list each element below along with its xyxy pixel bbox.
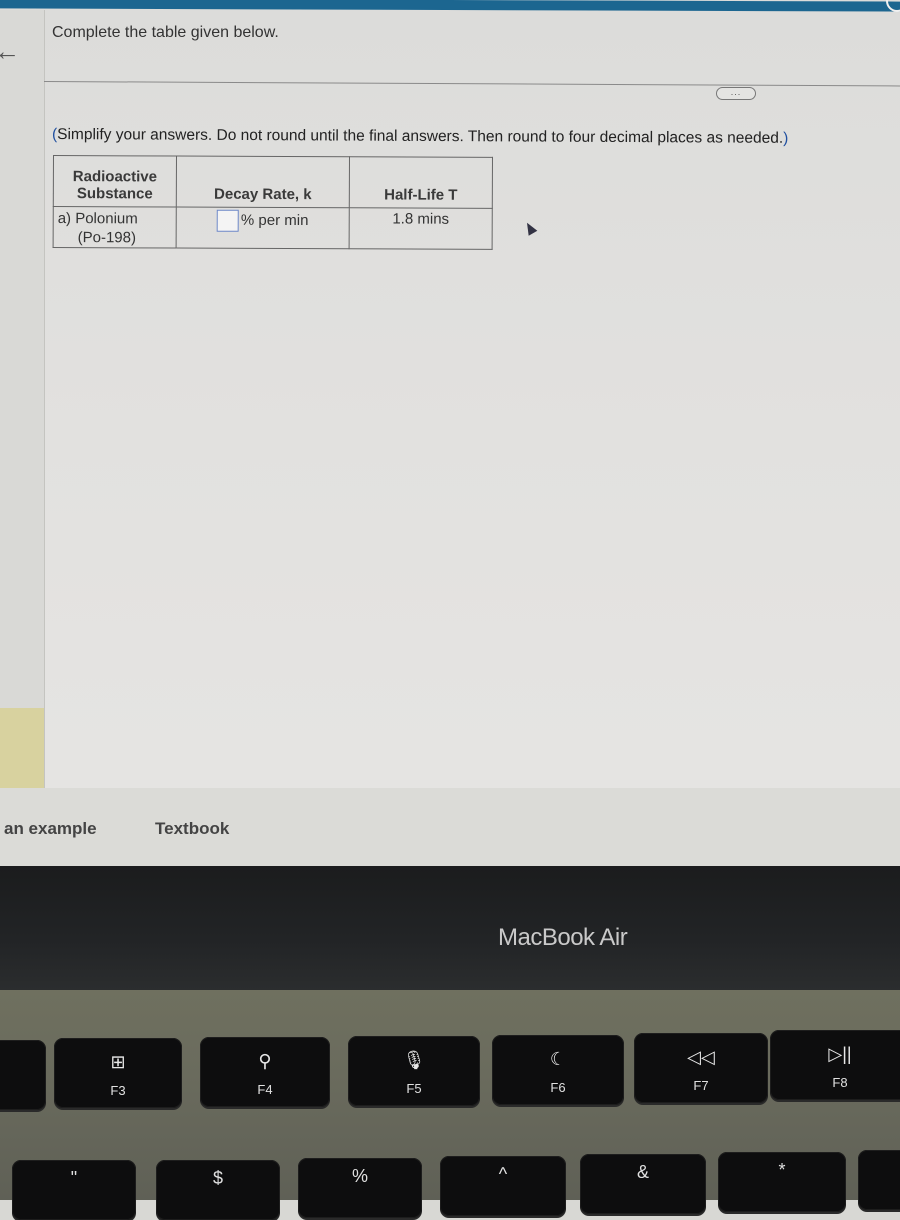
textbook-link[interactable]: Textbook [155,819,229,839]
key-ampersand-label: & [636,1162,649,1182]
left-panel-highlight [0,708,44,788]
instructions-text: Simplify your answers. Do not round unti… [57,126,784,147]
substance-name: a) Polonium [57,210,138,228]
table-row: a) Polonium (Po-198) % per min 1.8 mins [53,206,493,250]
key-f3[interactable]: ⊞ F3 [54,1038,182,1108]
laptop-bezel: MacBook Air [0,866,900,990]
key-f5-label: F5 [406,1081,422,1096]
keyboard: ⊞ F3 ⚲ F4 🎙 F5 ☾ F6 ◁◁ F7 ▷|| F8 " $ % ^… [0,990,900,1220]
view-example-link[interactable]: an example [4,819,97,839]
header-substance-line2: Substance [76,185,153,203]
header-substance: Radioactive Substance [53,155,177,208]
table-header-row: Radioactive Substance Decay Rate, k Half… [53,155,493,209]
mission-control-icon: ⊞ [110,1052,126,1072]
key-f4[interactable]: ⚲ F4 [200,1037,330,1107]
key-ampersand[interactable]: & [580,1154,706,1214]
substance-symbol: (Po-198) [77,229,137,247]
top-header-bar [0,0,900,12]
key-f8-label: F8 [832,1075,848,1090]
header-substance-line1: Radioactive [72,168,158,186]
microphone-icon: 🎙 [402,1050,426,1070]
expand-more-button[interactable]: ... [716,87,756,100]
key-next[interactable] [858,1150,900,1210]
cell-decay-rate: % per min [176,207,350,249]
key-dollar[interactable]: $ [156,1160,280,1220]
browser-screen: ← Complete the table given below. ... (S… [0,0,900,868]
key-quote[interactable]: " [12,1160,136,1220]
footer-bar: an example Textbook [0,788,900,868]
key-f6-label: F6 [550,1080,566,1095]
decay-rate-unit: % per min [240,211,309,230]
key-f7-label: F7 [693,1078,709,1093]
key-dollar-label: $ [212,1168,223,1188]
key-f8[interactable]: ▷|| F8 [770,1030,900,1100]
key-f4-label: F4 [257,1082,273,1097]
key-percent[interactable]: % [298,1158,422,1218]
key-f5[interactable]: 🎙 F5 [348,1036,480,1106]
decay-rate-input[interactable] [216,209,239,232]
key-f7[interactable]: ◁◁ F7 [634,1033,768,1103]
mouse-cursor-icon [522,220,538,236]
key-asterisk-label: * [778,1160,786,1180]
key-percent-label: % [351,1166,368,1186]
question-prompt: Complete the table given below. [52,24,279,41]
instructions-close-paren: ) [783,129,789,147]
moon-icon: ☾ [549,1049,567,1069]
header-half-life: Half-Life T [349,156,493,209]
cell-substance: a) Polonium (Po-198) [53,206,177,249]
rewind-icon: ◁◁ [687,1047,715,1067]
back-arrow-icon[interactable]: ← [0,38,20,64]
key-f6[interactable]: ☾ F6 [492,1035,624,1105]
key-caret[interactable]: ^ [440,1156,566,1216]
key-f2[interactable] [0,1040,46,1110]
key-quote-label: " [70,1168,78,1188]
key-caret-label: ^ [498,1164,508,1184]
search-icon: ⚲ [258,1051,272,1071]
instructions: (Simplify your answers. Do not round unt… [52,126,788,148]
left-panel [0,10,45,788]
divider [43,81,900,87]
decay-table: Radioactive Substance Decay Rate, k Half… [53,155,493,250]
key-f3-label: F3 [110,1083,126,1098]
header-decay-rate: Decay Rate, k [176,156,350,208]
play-pause-icon: ▷|| [828,1044,852,1064]
key-asterisk[interactable]: * [718,1152,846,1212]
brand-label: MacBook Air [498,924,628,951]
cell-half-life: 1.8 mins [349,207,493,250]
